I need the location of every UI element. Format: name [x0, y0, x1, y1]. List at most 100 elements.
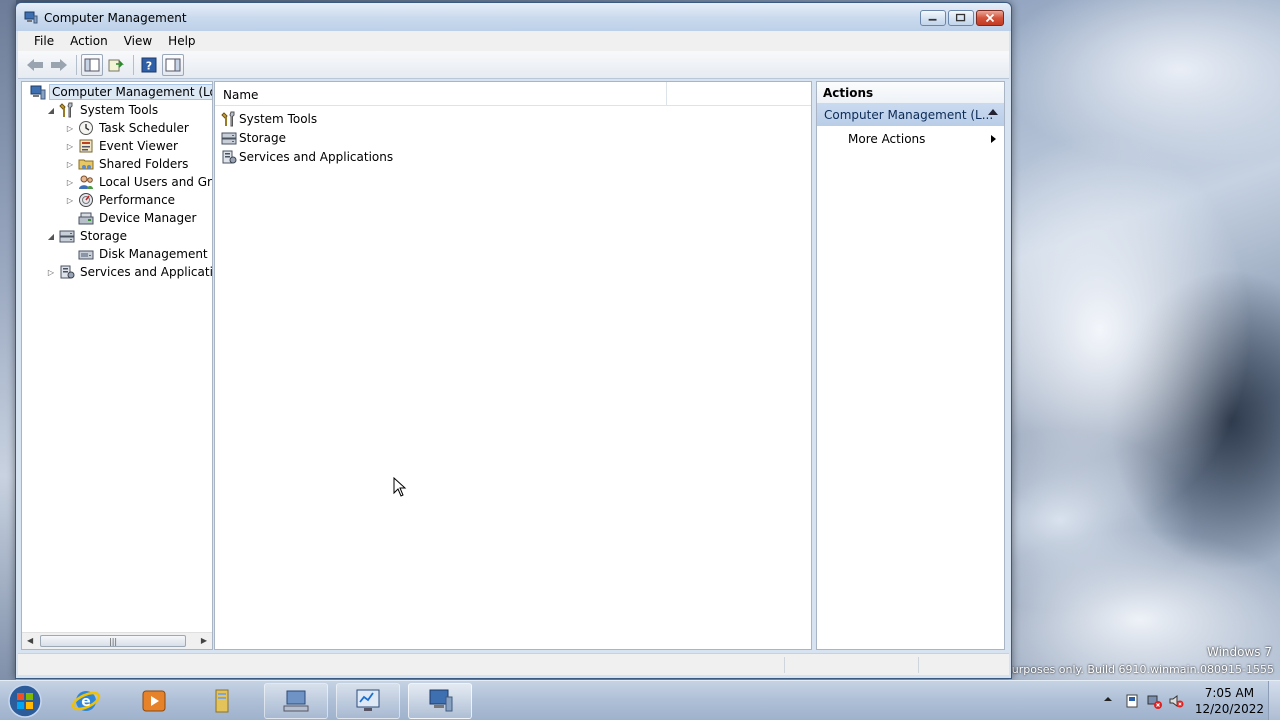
show-hide-console-tree-button[interactable] [81, 53, 103, 76]
action-pane-icon [165, 58, 181, 71]
network-tray-icon[interactable] [1146, 693, 1162, 709]
console-tree-pane[interactable]: Computer Management (Local ◢ System Tools ▷… [21, 81, 213, 650]
menu-bar: File Action View Help [18, 31, 1009, 51]
tree-item-shared-folders[interactable]: ▷ Shared Folders [65, 155, 190, 173]
more-actions-link[interactable]: More Actions [848, 132, 925, 146]
action-center-icon[interactable] [1124, 693, 1140, 709]
export-list-button[interactable] [105, 54, 127, 76]
tree-collapsed-arrow-icon[interactable]: ▷ [65, 159, 75, 169]
flag-icon [1126, 694, 1138, 708]
tree-item-local-users-and-groups[interactable]: ▷ Local Users and Groups [65, 173, 212, 191]
windows-logo-icon [8, 684, 42, 718]
tree-item-task-scheduler[interactable]: ▷ Task Scheduler [65, 119, 191, 137]
forward-arrow-icon [51, 58, 67, 71]
list-item-label: Services and Applications [239, 149, 394, 164]
list-item-label: Storage [239, 130, 286, 145]
taskbar-network[interactable] [264, 683, 328, 719]
tree-collapsed-arrow-icon[interactable]: ▷ [65, 195, 75, 205]
taskbar-computer-management[interactable] [408, 683, 472, 719]
list-item[interactable]: Services and Applications [221, 147, 393, 166]
column-header-name[interactable]: Name [223, 88, 258, 102]
task-scheduler-icon [78, 120, 94, 136]
mouse-cursor-icon [393, 477, 407, 497]
list-item[interactable]: Storage [221, 128, 286, 147]
tree-item-label: Services and Applications [80, 265, 213, 279]
tree-collapsed-arrow-icon[interactable]: ▷ [65, 123, 75, 133]
tree-collapsed-arrow-icon[interactable]: ▷ [65, 177, 75, 187]
help-button[interactable]: ? [138, 54, 160, 76]
tree-item-services-and-applications[interactable]: ▷ Services and Applications [46, 263, 213, 281]
tree-item-event-viewer[interactable]: ▷ Event Viewer [65, 137, 180, 155]
show-hide-action-pane-button[interactable] [162, 53, 184, 76]
maximize-button[interactable] [948, 10, 974, 26]
clock-time: 7:05 AM [1204, 686, 1255, 700]
result-list-pane[interactable]: Name System Tools Storage Services and App… [214, 81, 812, 650]
volume-muted-icon [1169, 695, 1184, 708]
scrollbar-thumb[interactable]: ||| [40, 635, 186, 647]
computer-management-window: Computer Management File Action View Hel… [15, 2, 1012, 679]
tree-item-label: Disk Management [99, 247, 208, 261]
taskbar-task-manager[interactable] [336, 683, 400, 719]
menu-help[interactable]: Help [160, 32, 203, 50]
status-divider [918, 657, 919, 673]
back-button[interactable] [24, 54, 46, 76]
actions-title: Actions [817, 82, 1004, 104]
help-icon: ? [141, 57, 157, 72]
network-icon [283, 690, 309, 712]
services-icon [59, 264, 75, 280]
device-manager-icon [78, 210, 94, 226]
tree-item-label: Local Users and Groups [99, 175, 212, 189]
system-tools-icon [221, 111, 237, 127]
list-item[interactable]: System Tools [221, 109, 317, 128]
scroll-right-arrow-icon[interactable]: ▶ [201, 636, 207, 645]
shared-folders-icon [78, 156, 94, 172]
tree-item-performance[interactable]: ▷ Performance [65, 191, 177, 209]
windows-watermark-build: g purposes only. Build 6910.winmain.0809… [994, 663, 1274, 676]
menu-file[interactable]: File [26, 32, 62, 50]
show-hidden-icons-button[interactable] [1102, 691, 1118, 707]
tree-collapsed-arrow-icon[interactable]: ▷ [65, 141, 75, 151]
tree-item-device-manager[interactable]: Device Manager [65, 209, 198, 227]
menu-action[interactable]: Action [62, 32, 116, 50]
scroll-left-arrow-icon[interactable]: ◀ [27, 636, 33, 645]
svg-text:e: e [81, 694, 91, 710]
tree-expander-spacer [65, 213, 75, 223]
menu-view[interactable]: View [116, 32, 160, 50]
clock[interactable]: 7:05 AM 12/20/2022 [1195, 685, 1264, 717]
collapse-up-icon[interactable] [988, 109, 998, 115]
disk-management-icon [78, 246, 94, 262]
toolbar-separator [76, 54, 77, 75]
show-desktop-button[interactable] [1268, 681, 1280, 720]
desktop-left-strip [0, 0, 16, 680]
tree-item-label: Computer Management (Local [49, 84, 212, 100]
actions-section-header[interactable]: Computer Management (L... [817, 104, 1004, 126]
tree-item-label: Performance [99, 193, 176, 207]
internet-explorer-icon: e [71, 691, 101, 711]
window-title: Computer Management [44, 11, 187, 25]
tree-expanded-arrow-icon[interactable]: ◢ [46, 105, 56, 115]
system-tools-icon [59, 102, 75, 118]
tree-item-system-tools[interactable]: ◢ System Tools [46, 101, 160, 119]
taskbar-media-player[interactable] [122, 683, 186, 719]
tree-horizontal-scrollbar[interactable]: ◀ ||| ▶ [22, 632, 212, 649]
volume-tray-icon[interactable] [1168, 693, 1184, 709]
forward-button[interactable] [48, 54, 70, 76]
list-header: Name [215, 82, 811, 106]
minimize-button[interactable] [920, 10, 946, 26]
start-button[interactable] [6, 684, 44, 718]
title-bar[interactable]: Computer Management [16, 3, 1011, 31]
computer-management-icon [24, 11, 38, 24]
tree-item-storage[interactable]: ◢ Storage [46, 227, 129, 245]
network-error-icon [1147, 695, 1162, 709]
chevron-up-icon [1104, 697, 1112, 701]
tree-collapsed-arrow-icon[interactable]: ▷ [46, 267, 56, 277]
taskbar-internet-explorer[interactable]: e [54, 683, 118, 719]
taskbar-file-explorer[interactable] [190, 683, 254, 719]
svg-text:?: ? [146, 59, 152, 72]
tree-item-disk-management[interactable]: Disk Management [65, 245, 210, 263]
close-button[interactable] [976, 10, 1004, 26]
tree-expanded-arrow-icon[interactable]: ◢ [46, 231, 56, 241]
column-divider[interactable] [666, 82, 667, 106]
tree-item-computer-management-local[interactable]: Computer Management (Local [27, 83, 212, 101]
toolbar: ? [18, 51, 1009, 79]
